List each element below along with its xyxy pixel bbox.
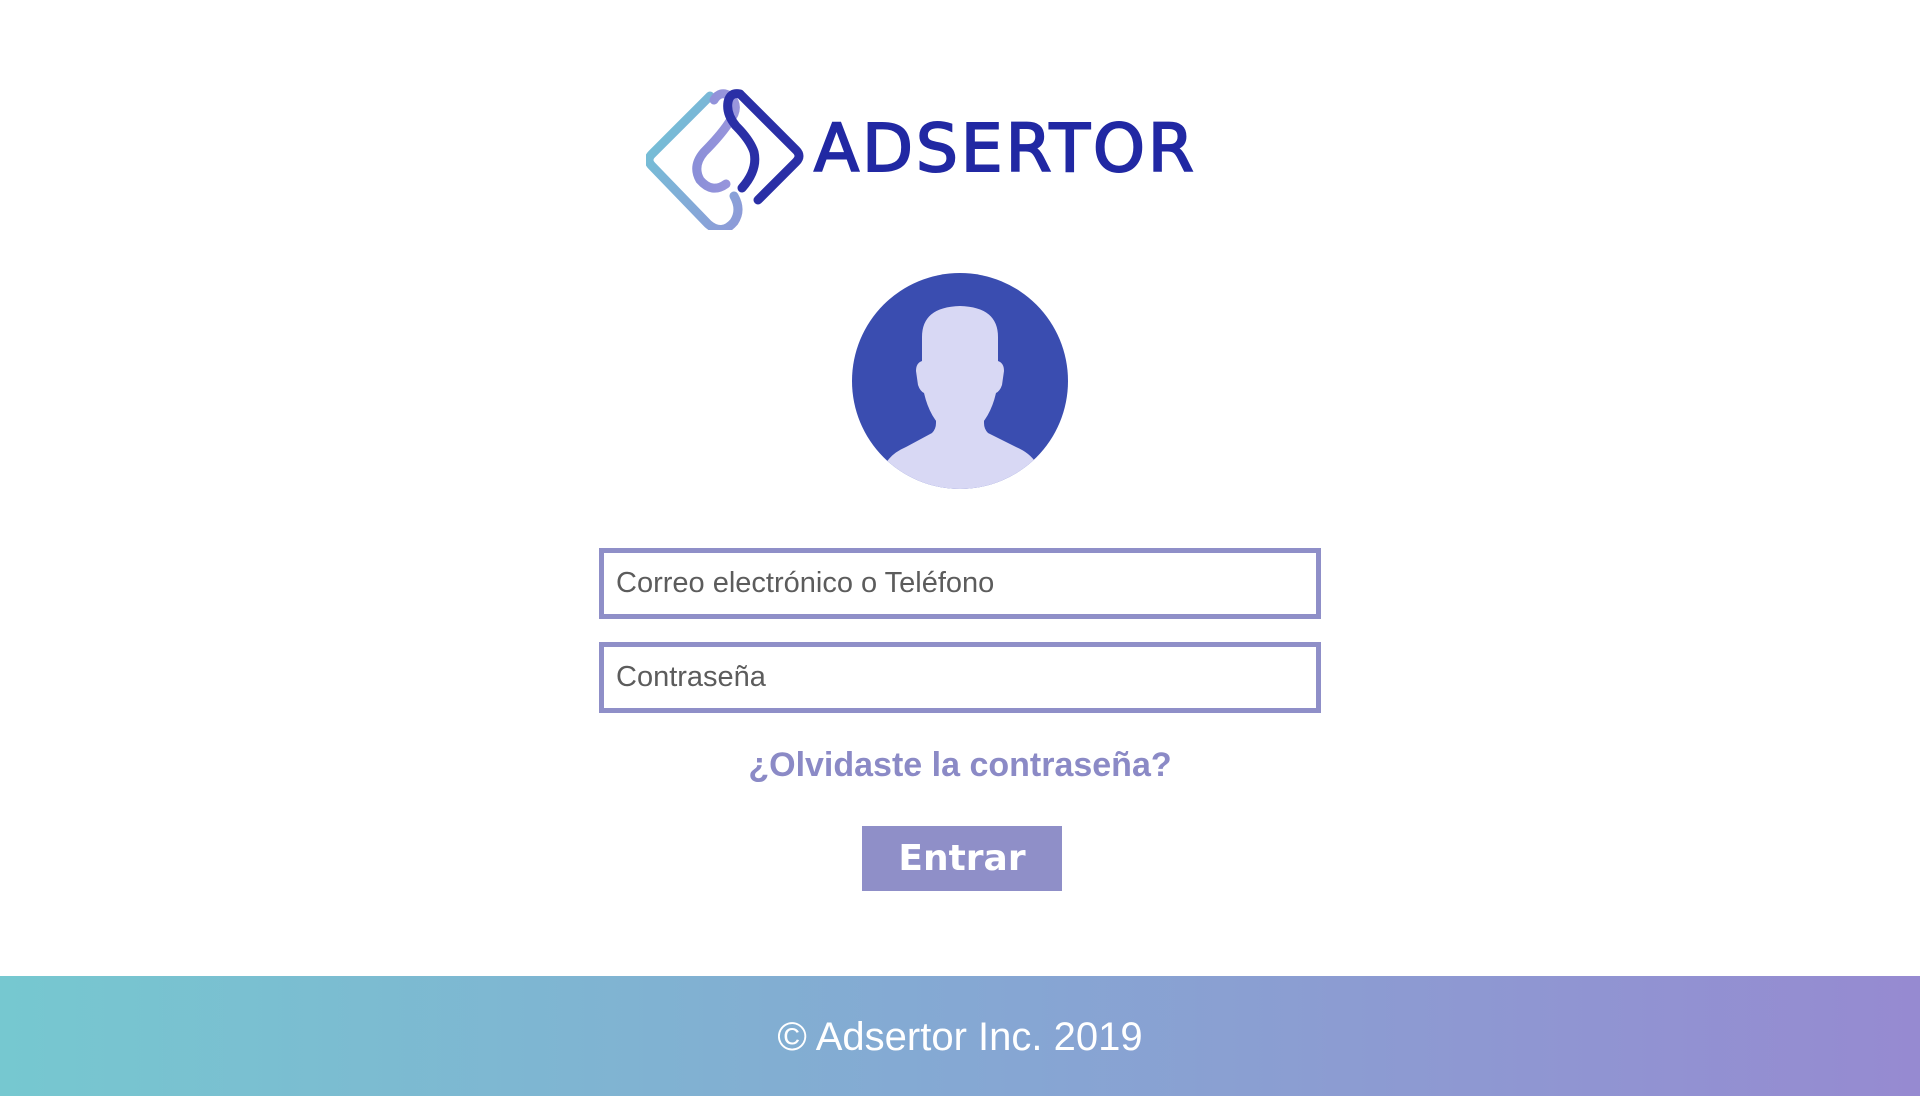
- brand-logo: ADSERTOR: [646, 88, 1276, 230]
- logo-mark-icon: [646, 89, 804, 230]
- email-field[interactable]: [599, 548, 1321, 619]
- copyright-text: © Adsertor Inc. 2019: [777, 1015, 1143, 1059]
- brand-wordmark: ADSERTOR: [813, 110, 1197, 187]
- footer: © Adsertor Inc. 2019: [0, 976, 1920, 1096]
- password-field[interactable]: [599, 642, 1321, 713]
- forgot-password-link[interactable]: ¿Olvidaste la contraseña?: [560, 742, 1360, 788]
- user-avatar-icon: [852, 273, 1068, 489]
- login-button[interactable]: Entrar: [862, 826, 1062, 891]
